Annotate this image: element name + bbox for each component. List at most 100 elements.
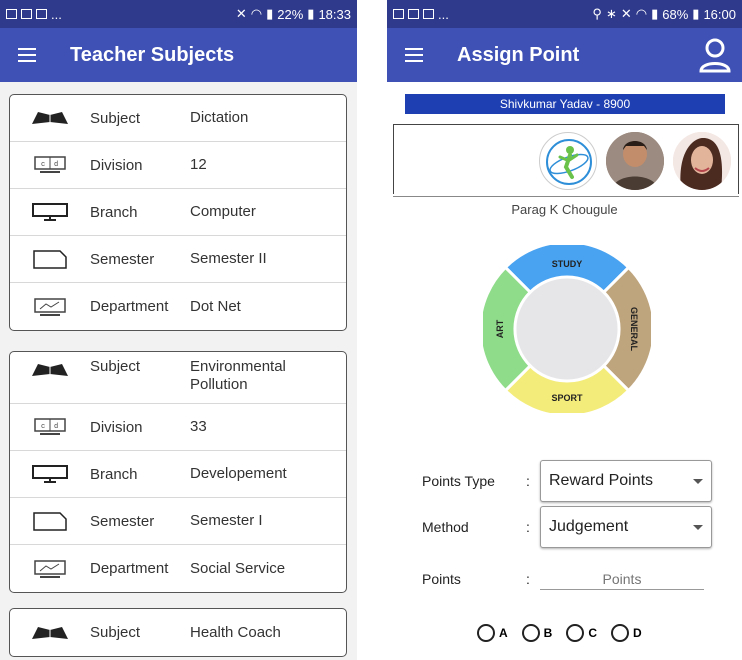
- profile-icon[interactable]: [698, 37, 732, 73]
- department-icon: [10, 297, 90, 317]
- subject-field-row: Subject Environmental Pollution: [10, 352, 346, 404]
- grade-radio-group: A B C D: [477, 624, 642, 642]
- subject-card[interactable]: Subject Dictation c d Division 12 Branch Comput…: [9, 94, 347, 331]
- subject-field-row: Department Social Service: [10, 545, 346, 592]
- wifi-icon: ◠: [250, 6, 263, 21]
- menu-icon[interactable]: [405, 48, 423, 62]
- page-title: Teacher Subjects: [70, 43, 235, 66]
- gallery-icon: [36, 9, 47, 19]
- mail-icon: [21, 9, 32, 19]
- subject-card[interactable]: Subject Health Coach: [9, 608, 347, 657]
- page-title: Assign Point: [457, 43, 580, 66]
- subject-field-row: Semester Semester I: [10, 498, 346, 545]
- method-value: Judgement: [549, 518, 629, 535]
- svg-text:c: c: [41, 161, 45, 169]
- wheel-label-sport: SPORT: [551, 393, 583, 403]
- field-label: Branch: [90, 203, 138, 221]
- radio-option-c[interactable]: C: [566, 624, 597, 642]
- field-label: Division: [90, 156, 143, 174]
- monitor-icon: [10, 464, 90, 484]
- points-type-value: Reward Points: [549, 472, 654, 489]
- field-value: Developement: [190, 465, 287, 482]
- radio-label: D: [633, 626, 642, 640]
- clock: 16:00: [703, 6, 736, 22]
- student-avatar[interactable]: [673, 132, 731, 190]
- subject-card[interactable]: Subject Environmental Pollution c d Division…: [9, 351, 347, 593]
- field-value: 33: [190, 418, 207, 435]
- field-label: Branch: [90, 465, 138, 483]
- radio-circle-icon[interactable]: [566, 624, 585, 642]
- point-category-wheel[interactable]: STUDY SPORT GENERAL ART: [483, 245, 651, 413]
- menu-icon[interactable]: [18, 48, 36, 62]
- gallery-icon: [6, 9, 17, 19]
- dropdown-arrow-icon: [693, 478, 703, 484]
- status-bar: ... ⚲ ∗ ✕ ◠ ▮ 68% ▮ 16:00: [387, 0, 742, 28]
- teacher-subjects-screen: ... ✕ ◠ ▮ 22% ▮ 18:33 Teacher Subjects S…: [0, 0, 357, 660]
- status-bar: ... ✕ ◠ ▮ 22% ▮ 18:33: [0, 0, 357, 28]
- field-value: Health Coach: [190, 623, 281, 641]
- radio-option-a[interactable]: A: [477, 624, 508, 642]
- field-value: Dictation: [190, 109, 249, 126]
- subject-field-row: Branch Computer: [10, 189, 346, 236]
- svg-text:d: d: [54, 161, 58, 169]
- subject-field-row: c d Division 33: [10, 404, 346, 451]
- book-icon: [10, 625, 90, 641]
- book-icon: [10, 110, 90, 126]
- method-label: Method: [422, 519, 469, 535]
- selected-student-bar[interactable]: Shivkumar Yadav - 8900: [405, 94, 725, 114]
- subject-field-row: Department Dot Net: [10, 283, 346, 330]
- field-value: Semester II: [190, 250, 267, 267]
- method-dropdown[interactable]: Judgement: [540, 506, 712, 548]
- bluetooth-icon: ∗: [605, 6, 617, 21]
- colon: :: [526, 571, 530, 587]
- points-type-row: Points Type : Reward Points: [422, 460, 722, 502]
- radio-circle-icon[interactable]: [477, 624, 495, 642]
- colon: :: [526, 519, 530, 535]
- mail-icon: [408, 9, 419, 19]
- subject-field-row: Branch Developement: [10, 451, 346, 498]
- radio-circle-icon[interactable]: [521, 624, 540, 642]
- subject-field-row: Subject Health Coach: [10, 609, 346, 656]
- field-value: Computer: [190, 203, 256, 220]
- points-input[interactable]: [540, 568, 704, 590]
- radio-circle-icon[interactable]: [611, 624, 630, 642]
- student-avatar[interactable]: [606, 132, 664, 190]
- division-icon: cd: [10, 155, 90, 175]
- divider: [393, 196, 739, 197]
- field-value: Environmental Pollution: [190, 358, 286, 393]
- svg-text:d: d: [54, 423, 58, 431]
- wheel-label-art: ART: [495, 319, 505, 338]
- radio-option-b[interactable]: B: [521, 624, 552, 642]
- subject-field-row: c d Division 12: [10, 142, 346, 189]
- assign-point-screen: ... ⚲ ∗ ✕ ◠ ▮ 68% ▮ 16:00 Assign Point S…: [387, 0, 742, 660]
- subject-field-row: Subject Dictation: [10, 95, 346, 142]
- field-label: Division: [90, 418, 143, 436]
- field-value: Social Service: [190, 559, 286, 577]
- field-label: Subject: [90, 109, 141, 127]
- mute-icon: ✕: [235, 6, 247, 21]
- points-type-dropdown[interactable]: Reward Points: [540, 460, 712, 502]
- wheel-label-study: STUDY: [552, 259, 583, 269]
- battery-percent: 68%: [662, 6, 689, 22]
- field-label: Subject: [90, 358, 141, 375]
- school-logo-avatar[interactable]: [539, 132, 597, 190]
- semester-icon: [10, 510, 90, 532]
- person-photo-icon: [606, 132, 664, 190]
- dropdown-arrow-icon: [693, 524, 703, 530]
- teacher-name: Parag K Chougule: [511, 202, 618, 217]
- wheel-label-general: GENERAL: [629, 307, 639, 352]
- signal-icon: ▮: [266, 6, 274, 21]
- logo-icon: [546, 139, 592, 185]
- field-label: Semester: [90, 250, 155, 268]
- book-icon: [10, 362, 90, 378]
- field-label: Subject: [90, 624, 141, 641]
- field-value: Semester I: [190, 512, 263, 529]
- more-notifications: ...: [438, 6, 449, 22]
- radio-option-d[interactable]: D: [611, 624, 642, 642]
- gallery-icon: [423, 9, 434, 19]
- semester-icon: [10, 248, 90, 270]
- colon: :: [526, 473, 530, 489]
- app-bar: Assign Point: [387, 28, 742, 82]
- wifi-icon: ◠: [635, 6, 648, 21]
- person-photo-icon: [673, 132, 731, 190]
